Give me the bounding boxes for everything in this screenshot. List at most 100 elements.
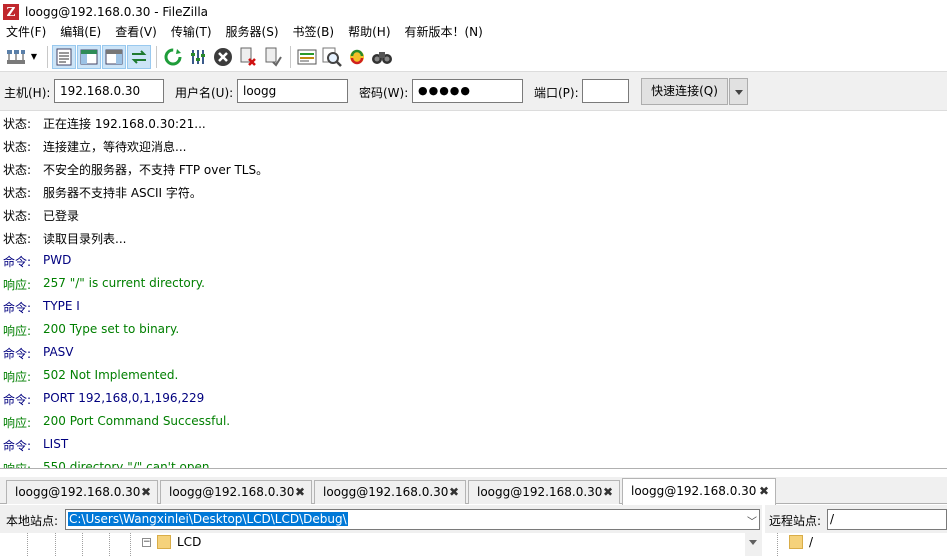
quickconnect-bar: 主机(H): 用户名(U): 密码(W): ●●●●● 端口(P): 快速连接(… <box>0 71 947 111</box>
chevron-down-icon[interactable]: ﹀ <box>747 513 757 529</box>
log-message: PWD <box>43 253 72 267</box>
quickconnect-button[interactable]: 快速连接(Q) <box>641 78 728 105</box>
port-label: 端口(P): <box>534 86 579 100</box>
tree-item-root[interactable]: / <box>789 535 813 549</box>
log-message: 读取目录列表... <box>43 232 127 246</box>
toolbar-separator <box>156 45 157 68</box>
menu-file[interactable]: 文件(F) <box>0 23 53 42</box>
log-type: 响应: <box>3 278 32 292</box>
local-path-input[interactable]: C:\Users\Wangxinlei\Desktop\LCD\LCD\Debu… <box>65 509 760 530</box>
log-type: 状态: <box>3 232 32 246</box>
log-row: 响应: 200 Port Command Successful. <box>3 414 230 437</box>
log-type: 命令: <box>3 255 32 269</box>
menu-transfer[interactable]: 传输(T) <box>164 23 219 42</box>
tree-guide-line <box>27 533 28 556</box>
close-icon[interactable]: ✖ <box>603 481 613 504</box>
log-message: 正在连接 192.168.0.30:21... <box>43 117 206 131</box>
log-message: 200 Type set to binary. <box>43 322 180 336</box>
remote-directory-tree[interactable]: / <box>765 533 947 556</box>
log-message: 502 Not Implemented. <box>43 368 179 382</box>
connection-tab[interactable]: loogg@192.168.0.30 ✖ <box>314 480 466 504</box>
tree-guide-line <box>82 533 83 556</box>
remote-site-bar: 远程站点: / <box>765 505 947 533</box>
tab-label: loogg@192.168.0.30 <box>631 484 757 498</box>
log-row: 命令: PORT 192,168,0,1,196,229 <box>3 391 204 414</box>
reconnect-icon[interactable] <box>261 45 285 69</box>
toggle-log-icon[interactable] <box>52 44 76 69</box>
local-directory-tree[interactable]: − LCD <box>0 533 745 556</box>
site-manager-dropdown-icon[interactable]: ▼ <box>29 45 39 69</box>
log-type: 响应: <box>3 370 32 384</box>
toggle-remote-tree-icon[interactable] <box>102 44 126 69</box>
title-bar: Z loogg@192.168.0.30 - FileZilla <box>0 0 947 23</box>
log-message: 550 directory "/" can't open <box>43 460 210 469</box>
tree-guide-line <box>130 533 131 556</box>
remote-site-label: 远程站点: <box>769 514 822 528</box>
close-icon[interactable]: ✖ <box>295 481 305 504</box>
folder-icon <box>157 535 171 549</box>
local-site-label: 本地站点: <box>6 514 59 528</box>
log-message: PORT 192,168,0,1,196,229 <box>43 391 205 405</box>
menu-new-version[interactable]: 有新版本！(N) <box>398 23 490 42</box>
close-icon[interactable]: ✖ <box>141 481 151 504</box>
menu-view[interactable]: 查看(V) <box>108 23 164 42</box>
username-input[interactable] <box>237 79 348 103</box>
toggle-local-tree-icon[interactable] <box>77 44 101 69</box>
connection-tab[interactable]: loogg@192.168.0.30 ✖ <box>160 480 312 504</box>
remote-path-input[interactable]: / <box>827 509 947 530</box>
filter-icon[interactable] <box>295 45 319 69</box>
find-files-icon[interactable] <box>370 45 394 69</box>
sync-browse-icon[interactable] <box>345 45 369 69</box>
tab-label: loogg@192.168.0.30 <box>477 485 603 499</box>
log-message: PASV <box>43 345 74 359</box>
quickconnect-history-dropdown[interactable] <box>729 78 748 105</box>
log-message: 已登录 <box>43 209 80 223</box>
tab-label: loogg@192.168.0.30 <box>323 485 449 499</box>
menu-edit[interactable]: 编辑(E) <box>53 23 108 42</box>
log-type: 命令: <box>3 393 32 407</box>
menu-server[interactable]: 服务器(S) <box>219 23 286 42</box>
local-tree-scrollbar[interactable] <box>745 533 762 556</box>
log-row: 状态: 正在连接 192.168.0.30:21... <box>3 115 206 138</box>
tree-item-label: LCD <box>177 535 202 549</box>
log-message: 不安全的服务器，不支持 FTP over TLS。 <box>43 163 269 177</box>
tab-label: loogg@192.168.0.30 <box>169 485 295 499</box>
process-queue-icon[interactable] <box>186 45 210 69</box>
close-icon[interactable]: ✖ <box>759 479 769 504</box>
tree-guide-line <box>109 533 110 556</box>
toggle-queue-icon[interactable] <box>127 44 151 69</box>
menu-help[interactable]: 帮助(H) <box>341 23 397 42</box>
log-message: TYPE I <box>43 299 80 313</box>
tree-guide-line <box>777 533 778 556</box>
cancel-icon[interactable] <box>211 45 235 69</box>
local-path-text: C:\Users\Wangxinlei\Desktop\LCD\LCD\Debu… <box>68 512 348 526</box>
tab-label: loogg@192.168.0.30 <box>15 485 141 499</box>
search-icon[interactable] <box>320 45 344 69</box>
refresh-icon[interactable] <box>161 45 185 69</box>
connection-tab[interactable]: loogg@192.168.0.30 ✖ <box>6 480 158 504</box>
connection-tab[interactable]: loogg@192.168.0.30 ✖ <box>468 480 620 504</box>
log-type: 响应: <box>3 462 32 469</box>
tree-item-label: / <box>809 535 814 549</box>
log-type: 状态: <box>3 163 32 177</box>
collapse-icon[interactable]: − <box>142 537 151 547</box>
remote-path-text: / <box>830 512 835 526</box>
disconnect-icon[interactable] <box>236 45 260 69</box>
password-input[interactable]: ●●●●● <box>412 79 523 103</box>
tree-item-lcd[interactable]: − LCD <box>142 535 201 549</box>
site-manager-icon[interactable] <box>4 45 28 69</box>
menu-bookmarks[interactable]: 书签(B) <box>286 23 342 42</box>
close-icon[interactable]: ✖ <box>449 481 459 504</box>
host-input[interactable] <box>54 79 164 103</box>
toolbar: ▼ <box>0 42 947 71</box>
password-label: 密码(W): <box>359 86 409 100</box>
port-input[interactable] <box>582 79 629 103</box>
connection-tab-active[interactable]: loogg@192.168.0.30 ✖ <box>622 478 776 505</box>
toolbar-separator <box>47 45 48 68</box>
log-row: 命令: TYPE I <box>3 299 80 322</box>
log-type: 响应: <box>3 324 32 338</box>
log-type: 命令: <box>3 301 32 315</box>
log-row: 状态: 不安全的服务器，不支持 FTP over TLS。 <box>3 161 268 184</box>
message-log[interactable]: 状态: 正在连接 192.168.0.30:21... 状态: 连接建立，等待欢迎消… <box>0 111 947 469</box>
log-type: 状态: <box>3 140 32 154</box>
